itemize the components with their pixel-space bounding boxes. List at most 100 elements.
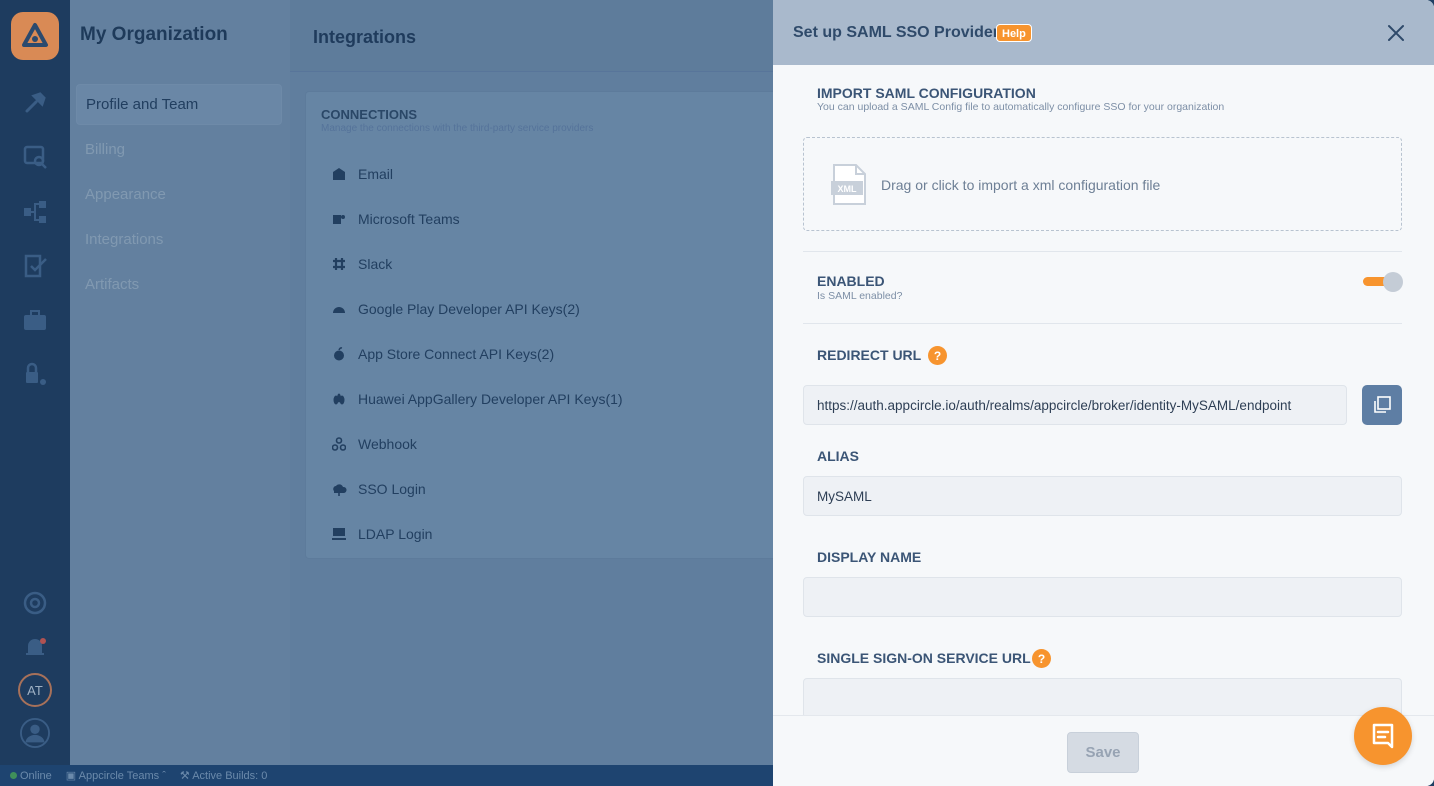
icon-rail: AT (0, 0, 70, 765)
sso-url-field[interactable] (803, 678, 1402, 715)
divider (803, 251, 1402, 252)
copy-button[interactable] (1362, 385, 1402, 425)
user-lock-icon[interactable] (20, 359, 50, 389)
close-button[interactable] (1384, 21, 1408, 45)
integrations-panel: Integrations CONNECTIONS Manage the conn… (290, 0, 773, 765)
chevron-up-icon: ˆ (162, 770, 166, 782)
teams-icon (331, 211, 347, 227)
active-builds-label: Active Builds: 0 (192, 770, 268, 782)
connection-microsoft-teams[interactable]: Microsoft Teams (321, 196, 774, 241)
redirect-url-field[interactable]: https://auth.appcircle.io/auth/realms/ap… (803, 385, 1347, 425)
connection-sso-login[interactable]: SSO Login (321, 466, 774, 511)
menu-item-artifacts[interactable]: Artifacts (76, 264, 282, 305)
support-icon[interactable] (20, 588, 50, 618)
android-icon (331, 301, 347, 317)
chat-button[interactable] (1354, 707, 1412, 765)
connection-label: Email (358, 165, 394, 182)
appcircle-logo[interactable] (11, 12, 59, 60)
connection-label: LDAP Login (358, 525, 433, 542)
divider (803, 323, 1402, 324)
team-switcher[interactable]: ▣ Appcircle Teams ˆ (66, 769, 166, 782)
workflow-icon[interactable] (20, 197, 50, 227)
connections-list: Email Microsoft Teams Slack Google Play … (321, 151, 774, 556)
connection-label: Google Play Developer API Keys(2) (358, 300, 580, 317)
connection-slack[interactable]: Slack (321, 241, 774, 286)
connection-webhook[interactable]: Webhook (321, 421, 774, 466)
connections-card: CONNECTIONS Manage the connections with … (305, 91, 773, 559)
slack-icon (331, 256, 347, 272)
sso-url-label: SINGLE SIGN-ON SERVICE URL (817, 650, 1031, 666)
connection-label: Huawei AppGallery Developer API Keys(1) (358, 390, 623, 407)
hammer-icon[interactable] (20, 88, 50, 118)
connections-subtitle: Manage the connections with the third-pa… (321, 123, 594, 134)
avatar[interactable]: AT (18, 673, 52, 707)
ldap-icon (331, 526, 347, 542)
sso-url-help-icon[interactable]: ? (1032, 649, 1051, 668)
drawer-header: Set up SAML SSO Provider Help (773, 0, 1434, 65)
apple-icon (331, 346, 347, 362)
org-title: My Organization (80, 24, 228, 45)
xml-dropzone[interactable]: XML Drag or click to import a xml config… (803, 137, 1402, 231)
copy-icon (1374, 396, 1391, 413)
import-section-title: IMPORT SAML CONFIGURATION (817, 85, 1036, 101)
active-builds[interactable]: ⚒ Active Builds: 0 (180, 769, 268, 782)
save-button[interactable]: Save (1067, 732, 1139, 773)
drawer-title: Set up SAML SSO Provider (793, 24, 999, 41)
connection-label: Microsoft Teams (358, 210, 460, 227)
enabled-toggle[interactable] (1363, 272, 1403, 292)
dropzone-text: Drag or click to import a xml configurat… (881, 177, 1161, 193)
xml-file-icon: XML (831, 164, 866, 205)
page-header: Integrations (290, 0, 773, 72)
display-name-field[interactable] (803, 577, 1402, 617)
org-menu: Profile and Team Billing Appearance Inte… (76, 84, 282, 309)
menu-item-profile-and-team[interactable]: Profile and Team (76, 84, 282, 125)
briefcase-icon[interactable] (20, 305, 50, 335)
page-title: Integrations (313, 27, 417, 47)
connection-app-store[interactable]: App Store Connect API Keys(2) (321, 331, 774, 376)
online-label: Online (20, 769, 52, 782)
svg-text:XML: XML (838, 184, 858, 194)
display-name-label: DISPLAY NAME (817, 549, 922, 565)
alias-field[interactable]: MySAML (803, 476, 1402, 516)
menu-item-appearance[interactable]: Appearance (76, 174, 282, 215)
status-bar: Online ▣ Appcircle Teams ˆ ⚒ Active Buil… (0, 765, 773, 786)
enabled-subtitle: Is SAML enabled? (817, 290, 903, 302)
toggle-knob (1383, 272, 1403, 292)
connection-google-play[interactable]: Google Play Developer API Keys(2) (321, 286, 774, 331)
avatar-initials: AT (27, 682, 43, 698)
online-dot-icon (10, 771, 17, 779)
alias-label: ALIAS (817, 448, 859, 464)
help-badge[interactable]: Help (996, 24, 1032, 42)
close-icon (1388, 25, 1404, 41)
testing-icon[interactable] (20, 142, 50, 172)
cloud-icon (331, 481, 347, 497)
online-status: Online (10, 770, 52, 782)
profile-icon[interactable] (20, 718, 50, 748)
menu-item-integrations[interactable]: Integrations (76, 219, 282, 260)
connection-email[interactable]: Email (321, 151, 774, 196)
webhook-icon (331, 436, 347, 452)
organization-panel: My Organization Profile and Team Billing… (70, 0, 290, 765)
chat-icon (1372, 723, 1394, 749)
saml-sso-drawer: Set up SAML SSO Provider Help IMPORT SAM… (773, 0, 1434, 786)
import-section-subtitle: You can upload a SAML Config file to aut… (817, 101, 1225, 113)
connection-label: Webhook (358, 435, 417, 452)
connection-ldap-login[interactable]: LDAP Login (321, 511, 774, 556)
connections-title: CONNECTIONS (321, 107, 418, 122)
redirect-url-label: REDIRECT URL (817, 347, 922, 363)
enabled-label: ENABLED (817, 273, 885, 289)
connection-label: Slack (358, 255, 393, 272)
email-icon (331, 166, 347, 182)
publish-icon[interactable] (20, 251, 50, 281)
connection-label: SSO Login (358, 480, 426, 497)
connection-huawei[interactable]: Huawei AppGallery Developer API Keys(1) (321, 376, 774, 421)
menu-item-billing[interactable]: Billing (76, 129, 282, 170)
drawer-body[interactable]: IMPORT SAML CONFIGURATION You can upload… (773, 65, 1434, 715)
team-label: Appcircle Teams (78, 770, 160, 782)
connection-label: App Store Connect API Keys(2) (358, 345, 555, 362)
huawei-icon (331, 391, 347, 407)
bell-icon[interactable] (20, 632, 50, 662)
drawer-footer: Save (773, 715, 1434, 786)
hammer-small-icon: ⚒ (179, 770, 190, 782)
redirect-url-help-icon[interactable]: ? (928, 346, 947, 365)
